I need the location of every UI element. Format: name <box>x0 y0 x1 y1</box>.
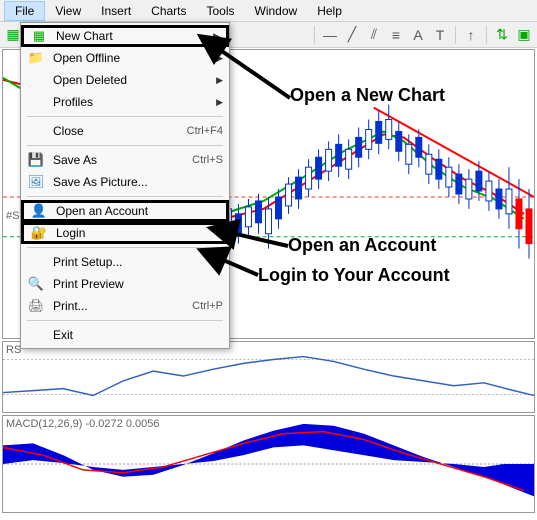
blank-icon <box>27 327 45 343</box>
menu-item-label: Profiles <box>53 95 216 109</box>
template-tool-icon[interactable]: ▣ <box>515 26 533 44</box>
file-menu-dropdown: ▦ New Chart ▶ 📁 Open Offline ▶ Open Dele… <box>20 22 230 349</box>
menu-item-label: New Chart <box>56 29 213 43</box>
annotation-open-account: Open an Account <box>288 235 436 256</box>
menu-item-label: Open Offline <box>53 51 216 65</box>
rsi-panel[interactable]: RS <box>2 341 535 413</box>
menu-item-open-account[interactable]: 👤 Open an Account <box>21 200 229 222</box>
menu-item-label: Print Preview <box>53 277 223 291</box>
separator <box>314 26 315 44</box>
channel-tool-icon[interactable]: ⫽ <box>365 26 383 44</box>
separator <box>27 320 223 321</box>
rsi-label: RS <box>6 344 21 356</box>
separator <box>455 26 456 44</box>
menu-tools[interactable]: Tools <box>197 2 245 20</box>
picture-icon: 🖼 <box>27 174 45 190</box>
menu-item-login[interactable]: 🔐 Login <box>21 222 229 244</box>
separator <box>27 196 223 197</box>
menu-item-open-deleted[interactable]: Open Deleted ▶ <box>21 69 229 91</box>
menu-item-print-setup[interactable]: Print Setup... <box>21 251 229 273</box>
menu-item-label: Open Deleted <box>53 73 216 87</box>
menu-item-save-as[interactable]: 💾 Save As Ctrl+S <box>21 149 229 171</box>
menu-item-label: Open an Account <box>56 204 220 218</box>
menu-item-new-chart[interactable]: ▦ New Chart ▶ <box>21 25 229 47</box>
menu-item-exit[interactable]: Exit <box>21 324 229 346</box>
separator <box>27 247 223 248</box>
menubar: File View Insert Charts Tools Window Hel… <box>0 0 537 22</box>
menu-item-label: Close <box>53 124 177 138</box>
macd-svg <box>3 416 534 512</box>
symbol-label: #S <box>6 210 19 222</box>
menu-item-label: Save As Picture... <box>53 175 223 189</box>
menu-item-label: Exit <box>53 328 223 342</box>
shortcut-label: Ctrl+P <box>192 300 223 312</box>
folder-icon: 📁 <box>27 50 45 66</box>
menu-item-label: Print... <box>53 299 182 313</box>
submenu-arrow-icon: ▶ <box>216 53 223 64</box>
submenu-arrow-icon: ▶ <box>216 97 223 108</box>
disk-icon: 💾 <box>27 152 45 168</box>
submenu-arrow-icon: ▶ <box>216 75 223 86</box>
rsi-svg <box>3 342 534 412</box>
menu-item-label: Save As <box>53 153 182 167</box>
menu-file[interactable]: File <box>4 1 45 21</box>
printer-icon: 🖨 <box>27 298 45 314</box>
line-tool-icon[interactable]: — <box>321 26 339 44</box>
separator <box>27 116 223 117</box>
trendline-tool-icon[interactable]: ╱ <box>343 26 361 44</box>
menu-item-open-offline[interactable]: 📁 Open Offline ▶ <box>21 47 229 69</box>
macd-panel[interactable]: MACD(12,26,9) -0.0272 0.0056 <box>2 415 535 513</box>
user-lock-icon: 🔐 <box>30 225 48 241</box>
blank-icon <box>27 254 45 270</box>
menu-item-save-as-picture[interactable]: 🖼 Save As Picture... <box>21 171 229 193</box>
macd-label: MACD(12,26,9) -0.0272 0.0056 <box>6 418 159 430</box>
menu-item-close[interactable]: Close Ctrl+F4 <box>21 120 229 142</box>
label-tool-icon[interactable]: T <box>431 26 449 44</box>
separator <box>486 26 487 44</box>
text-tool-icon[interactable]: A <box>409 26 427 44</box>
menu-item-profiles[interactable]: Profiles ▶ <box>21 91 229 113</box>
menu-window[interactable]: Window <box>245 2 308 20</box>
fibonacci-tool-icon[interactable]: ≡ <box>387 26 405 44</box>
menu-charts[interactable]: Charts <box>141 2 196 20</box>
user-plus-icon: 👤 <box>30 203 48 219</box>
annotation-login: Login to Your Account <box>258 265 450 286</box>
menu-item-print-preview[interactable]: 🔍 Print Preview <box>21 273 229 295</box>
arrow-tool-icon[interactable]: ↑ <box>462 26 480 44</box>
separator <box>27 145 223 146</box>
menu-item-print[interactable]: 🖨 Print... Ctrl+P <box>21 295 229 317</box>
menu-item-label: Print Setup... <box>53 255 223 269</box>
menu-help[interactable]: Help <box>307 2 352 20</box>
chart-icon: ▦ <box>30 28 48 44</box>
blank-icon <box>27 123 45 139</box>
annotation-new-chart: Open a New Chart <box>290 85 445 106</box>
shortcut-label: Ctrl+S <box>192 154 223 166</box>
preview-icon: 🔍 <box>27 276 45 292</box>
blank-icon <box>27 94 45 110</box>
shortcut-label: Ctrl+F4 <box>187 125 223 137</box>
submenu-arrow-icon: ▶ <box>213 31 220 42</box>
menu-item-label: Login <box>56 226 220 240</box>
menu-insert[interactable]: Insert <box>91 2 141 20</box>
menu-view[interactable]: View <box>45 2 91 20</box>
indicator-tool-icon[interactable]: ⇅ <box>493 26 511 44</box>
blank-icon <box>27 72 45 88</box>
